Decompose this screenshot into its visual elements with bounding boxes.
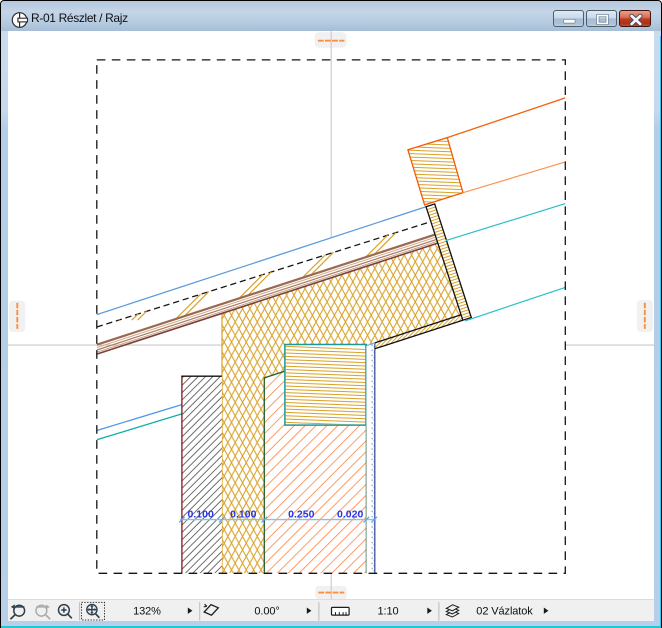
svg-text:0.250: 0.250: [288, 508, 314, 520]
svg-text:1:10: 1:10: [377, 605, 398, 617]
svg-text:0.100: 0.100: [188, 508, 214, 520]
svg-text:0.100: 0.100: [230, 508, 256, 520]
svg-text:0.020: 0.020: [337, 508, 363, 520]
svg-text:02 Vázlatok: 02 Vázlatok: [476, 605, 533, 617]
svg-text:132%: 132%: [133, 605, 161, 617]
svg-text:0.00°: 0.00°: [254, 605, 279, 617]
